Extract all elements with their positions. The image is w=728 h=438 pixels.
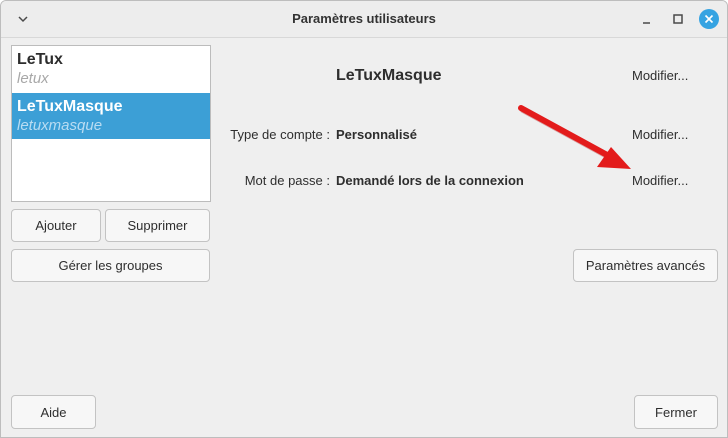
account-type-label: Type de compte : bbox=[230, 127, 330, 142]
account-type-value: Personnalisé bbox=[336, 127, 417, 142]
maximize-icon[interactable] bbox=[668, 9, 688, 29]
password-label: Mot de passe : bbox=[244, 173, 330, 188]
user-login-name: letux bbox=[17, 70, 49, 87]
user-display-name: LeTux bbox=[17, 51, 63, 68]
user-login-name: letuxmasque bbox=[17, 117, 103, 134]
help-button[interactable]: Aide bbox=[11, 395, 96, 429]
delete-user-button[interactable]: Supprimer bbox=[105, 209, 210, 242]
password-value: Demandé lors de la connexion bbox=[336, 173, 524, 188]
selected-user-name: LeTuxMasque bbox=[336, 67, 442, 84]
minimize-icon[interactable] bbox=[637, 9, 657, 29]
add-user-button[interactable]: Ajouter bbox=[11, 209, 101, 242]
title-bar: Paramètres utilisateurs bbox=[1, 1, 727, 38]
user-list-item[interactable]: LeTux letux bbox=[12, 46, 210, 92]
modify-username-button[interactable]: Modifier... bbox=[632, 68, 688, 83]
window-title: Paramètres utilisateurs bbox=[292, 11, 436, 26]
close-icon[interactable] bbox=[699, 9, 719, 29]
user-list: LeTux letux LeTuxMasque letuxmasque bbox=[11, 45, 211, 202]
users-settings-window: Paramètres utilisateurs LeTux letux LeTu… bbox=[0, 0, 728, 438]
annotation-arrow-icon bbox=[518, 105, 631, 169]
close-button[interactable]: Fermer bbox=[634, 395, 718, 429]
user-list-item-selected[interactable]: LeTuxMasque letuxmasque bbox=[12, 93, 210, 139]
user-display-name: LeTuxMasque bbox=[17, 98, 123, 115]
advanced-settings-button[interactable]: Paramètres avancés bbox=[573, 249, 718, 282]
manage-groups-button[interactable]: Gérer les groupes bbox=[11, 249, 210, 282]
